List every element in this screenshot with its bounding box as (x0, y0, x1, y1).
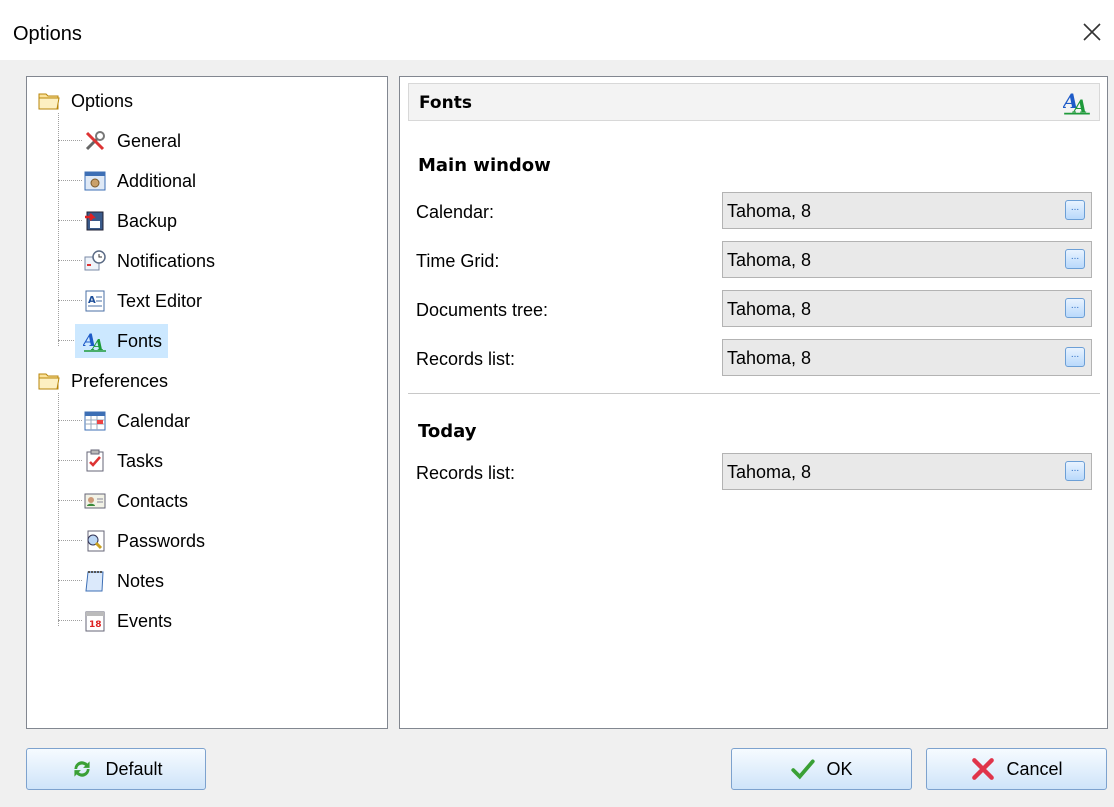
notification-clock-icon (84, 250, 106, 271)
tree-item-label: Passwords (117, 530, 206, 551)
field-label: Records list: (416, 463, 516, 483)
section-title: Main window (418, 155, 551, 176)
tree-item-backup[interactable]: Backup (83, 206, 179, 236)
tree-group-options[interactable]: Options (37, 86, 135, 116)
tree-item-contacts[interactable]: Contacts (83, 486, 190, 516)
tree-item-general[interactable]: General (83, 126, 183, 156)
font-value: Tahoma, 8 (727, 250, 812, 270)
fonts-settings-panel: Fonts AA Main window Calendar: Tahoma, 8… (399, 76, 1108, 729)
calendar-font-field[interactable]: Tahoma, 8 ... (722, 192, 1092, 229)
tree-connector (58, 220, 82, 221)
refresh-icon (74, 761, 91, 777)
page-title: Fonts (419, 93, 472, 113)
checkmark-icon (791, 759, 816, 780)
tree-group-preferences[interactable]: Preferences (37, 366, 170, 396)
tree-connector (58, 620, 82, 621)
tree-connector (58, 540, 82, 541)
browse-font-button[interactable]: ... (1065, 200, 1085, 220)
folder-icon (38, 373, 60, 390)
tree-item-notifications[interactable]: Notifications (83, 246, 217, 276)
browse-font-button[interactable]: ... (1065, 461, 1085, 481)
wrench-icon (85, 131, 105, 151)
field-label: Documents tree: (416, 300, 549, 320)
tree-item-label: Calendar (117, 410, 191, 431)
records-list-font-field[interactable]: Tahoma, 8 ... (722, 339, 1092, 376)
title-bar: Options (0, 0, 1114, 60)
field-label: Records list: (416, 349, 516, 369)
browse-font-button[interactable]: ... (1065, 347, 1085, 367)
tree-connector (58, 260, 82, 261)
tree-item-label: Fonts (115, 328, 165, 354)
tasks-checklist-icon (86, 449, 104, 472)
tree-connector (58, 500, 82, 501)
tree-group-label: Options (71, 90, 134, 111)
default-button[interactable]: Default (26, 748, 206, 790)
tree-connector (58, 580, 82, 581)
tree-item-label: General (117, 130, 182, 151)
tree-item-events[interactable]: 18 Events (83, 606, 174, 636)
ok-button[interactable]: OK (731, 748, 912, 790)
font-value: Tahoma, 8 (727, 348, 812, 368)
svg-text:18: 18 (89, 620, 102, 630)
documents-tree-font-field[interactable]: Tahoma, 8 ... (722, 290, 1092, 327)
tree-item-fonts[interactable]: AA Fonts (75, 324, 169, 358)
font-value: Tahoma, 8 (727, 201, 812, 221)
options-tree[interactable]: Options General Additional Backup Notifi… (26, 76, 388, 729)
calendar-icon (84, 411, 106, 431)
close-icon[interactable] (1080, 20, 1104, 44)
section-title: Today (418, 421, 477, 442)
backup-icon (85, 211, 104, 231)
divider (408, 393, 1100, 394)
window-title: Options (13, 23, 82, 45)
font-value: Tahoma, 8 (727, 462, 812, 482)
contact-card-icon (84, 493, 106, 509)
tree-connector (58, 420, 82, 421)
tree-connector (58, 113, 59, 346)
tree-item-label: Text Editor (117, 290, 203, 311)
browse-font-button[interactable]: ... (1065, 298, 1085, 318)
text-editor-icon: A (85, 290, 105, 312)
time-grid-font-field[interactable]: Tahoma, 8 ... (722, 241, 1092, 278)
folder-icon (38, 93, 60, 110)
tree-item-label: Additional (117, 170, 197, 191)
tree-item-calendar[interactable]: Calendar (83, 406, 192, 436)
fonts-icon: AA (1063, 89, 1090, 116)
field-label: Time Grid: (416, 251, 500, 271)
tree-item-label: Backup (117, 210, 178, 231)
section-header: Fonts AA (408, 83, 1100, 121)
tree-item-label: Events (117, 610, 173, 631)
settings-window-icon (84, 171, 106, 191)
tree-item-passwords[interactable]: Passwords (83, 526, 207, 556)
tree-item-label: Tasks (117, 450, 164, 471)
tree-item-label: Notifications (117, 250, 216, 271)
field-label: Calendar: (416, 202, 495, 222)
notepad-icon (85, 571, 104, 592)
tree-connector (58, 460, 82, 461)
tree-item-label: Contacts (117, 490, 189, 511)
fonts-icon: AA (83, 331, 106, 353)
tree-item-text-editor[interactable]: A Text Editor (83, 286, 204, 316)
tree-item-notes[interactable]: Notes (83, 566, 166, 596)
browse-font-button[interactable]: ... (1065, 249, 1085, 269)
cancel-button[interactable]: Cancel (926, 748, 1107, 790)
svg-text:A: A (88, 295, 96, 306)
tree-connector (58, 180, 82, 181)
tree-connector (58, 140, 82, 141)
calendar-date-18-icon: 18 (85, 611, 105, 632)
tree-connector (58, 393, 59, 626)
button-label: Cancel (1006, 758, 1063, 779)
tree-group-label: Preferences (71, 370, 169, 391)
today-records-list-font-field[interactable]: Tahoma, 8 ... (722, 453, 1092, 490)
button-label: OK (826, 758, 853, 779)
tree-item-tasks[interactable]: Tasks (83, 446, 165, 476)
tree-item-additional[interactable]: Additional (83, 166, 198, 196)
button-label: Default (105, 758, 163, 779)
font-value: Tahoma, 8 (727, 299, 812, 319)
passwords-magnifier-icon (87, 530, 105, 552)
tree-connector (58, 300, 82, 301)
cancel-x-icon (972, 758, 995, 780)
tree-item-label: Notes (117, 570, 165, 591)
